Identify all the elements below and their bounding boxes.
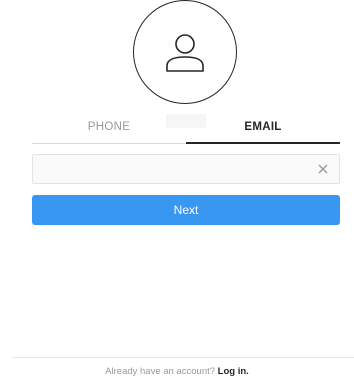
- avatar: [133, 0, 237, 104]
- user-outline-icon: [166, 34, 204, 72]
- tab-phone[interactable]: PHONE: [32, 112, 186, 142]
- footer-prompt: Already have an account?: [105, 366, 218, 377]
- footer: Already have an account? Log in.: [0, 364, 354, 379]
- contact-method-tabs: PHONE EMAIL: [32, 112, 340, 144]
- next-button[interactable]: Next: [32, 195, 340, 225]
- tab-email[interactable]: EMAIL: [186, 112, 340, 142]
- email-field[interactable]: [41, 159, 315, 181]
- close-icon[interactable]: [316, 162, 330, 176]
- login-link[interactable]: Log in.: [218, 366, 249, 377]
- email-field-container: [32, 154, 340, 184]
- footer-divider: [12, 357, 354, 358]
- signup-page: PHONE EMAIL Next Already have an account…: [0, 0, 354, 379]
- active-tab-indicator: [186, 142, 340, 144]
